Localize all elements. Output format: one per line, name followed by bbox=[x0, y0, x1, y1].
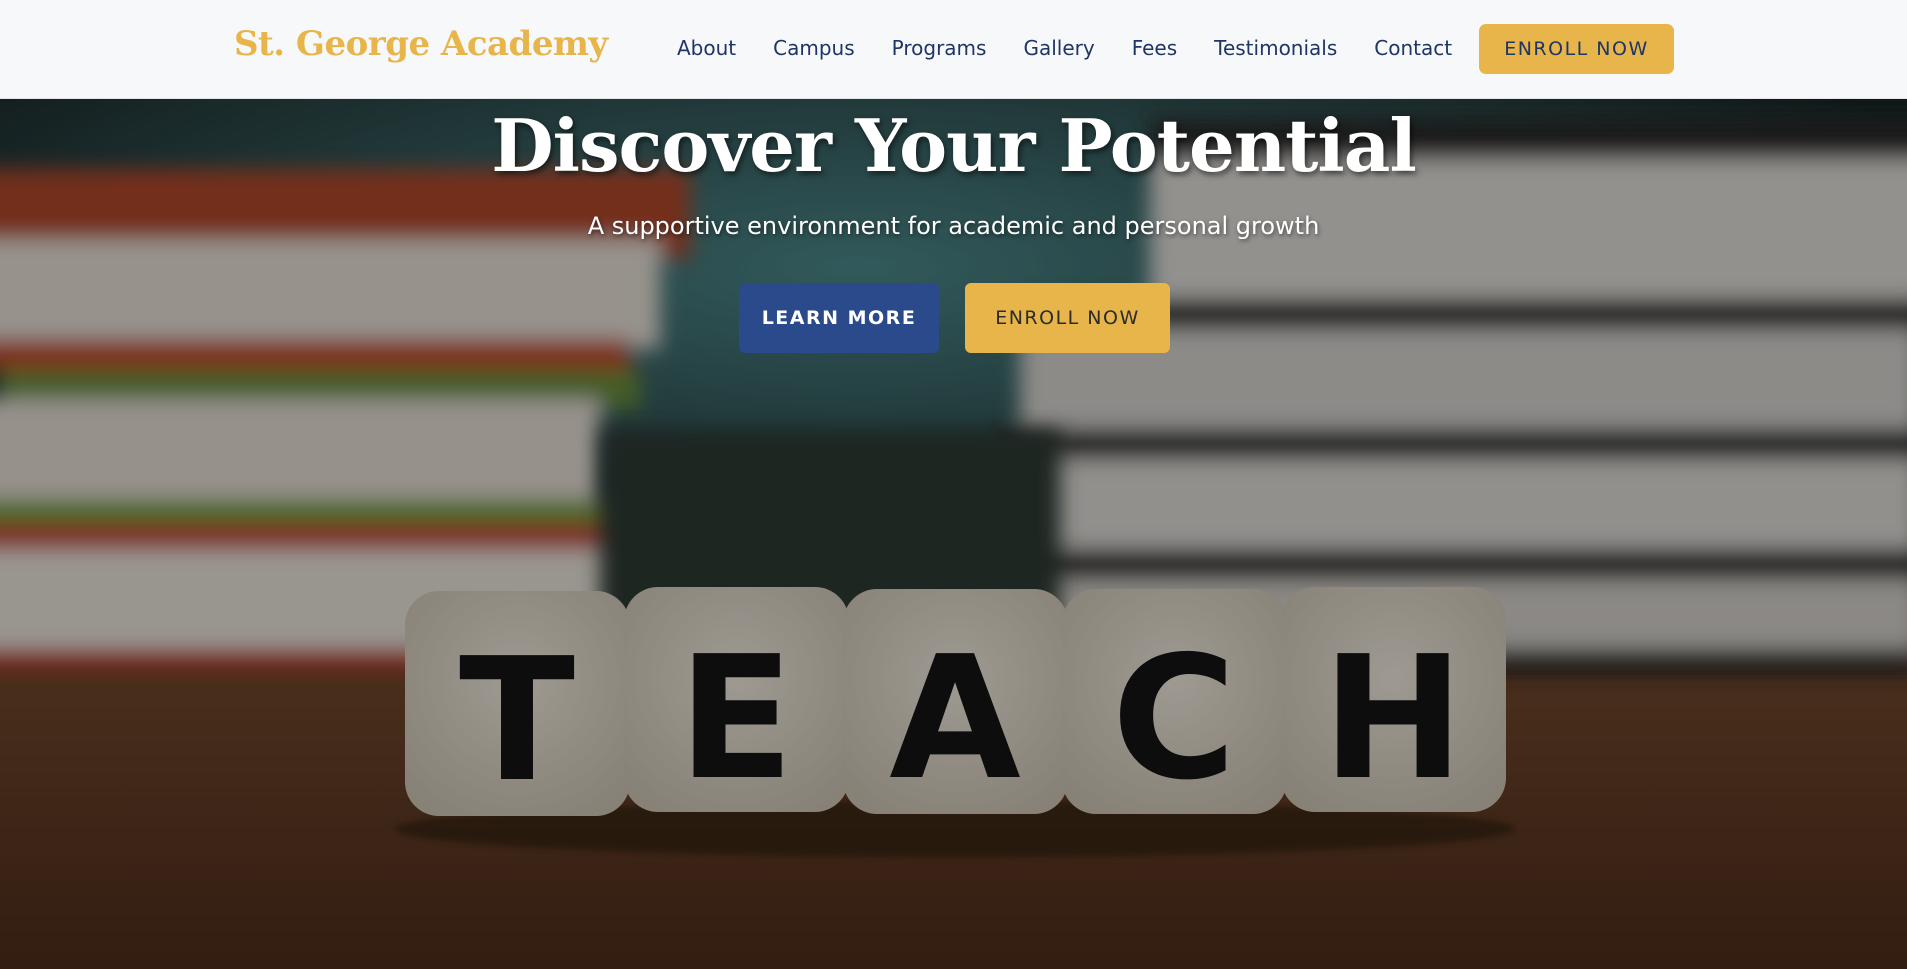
header-enroll-button[interactable]: ENROLL NOW bbox=[1479, 24, 1674, 74]
hero-enroll-button[interactable]: ENROLL NOW bbox=[965, 283, 1170, 353]
learn-more-button[interactable]: LEARN MORE bbox=[739, 283, 939, 353]
site-header: St. George Academy About Campus Programs… bbox=[0, 0, 1907, 99]
nav-link-testimonials[interactable]: Testimonials bbox=[1214, 36, 1337, 60]
nav-link-about[interactable]: About bbox=[677, 36, 736, 60]
nav-link-fees[interactable]: Fees bbox=[1132, 36, 1177, 60]
nav-link-gallery[interactable]: Gallery bbox=[1023, 36, 1094, 60]
nav-link-programs[interactable]: Programs bbox=[892, 36, 987, 60]
hero-actions: LEARN MORE ENROLL NOW bbox=[739, 283, 1170, 353]
nav-link-campus[interactable]: Campus bbox=[773, 36, 855, 60]
site-logo[interactable]: St. George Academy bbox=[234, 24, 608, 64]
hero-subtitle: A supportive environment for academic an… bbox=[587, 212, 1320, 240]
nav-links: About Campus Programs Gallery Fees Testi… bbox=[677, 36, 1489, 60]
hero-title: Discover Your Potential bbox=[491, 103, 1417, 188]
nav-link-contact[interactable]: Contact bbox=[1374, 36, 1452, 60]
hero-section: T E A C H Discover Your Potential A supp… bbox=[0, 99, 1907, 969]
